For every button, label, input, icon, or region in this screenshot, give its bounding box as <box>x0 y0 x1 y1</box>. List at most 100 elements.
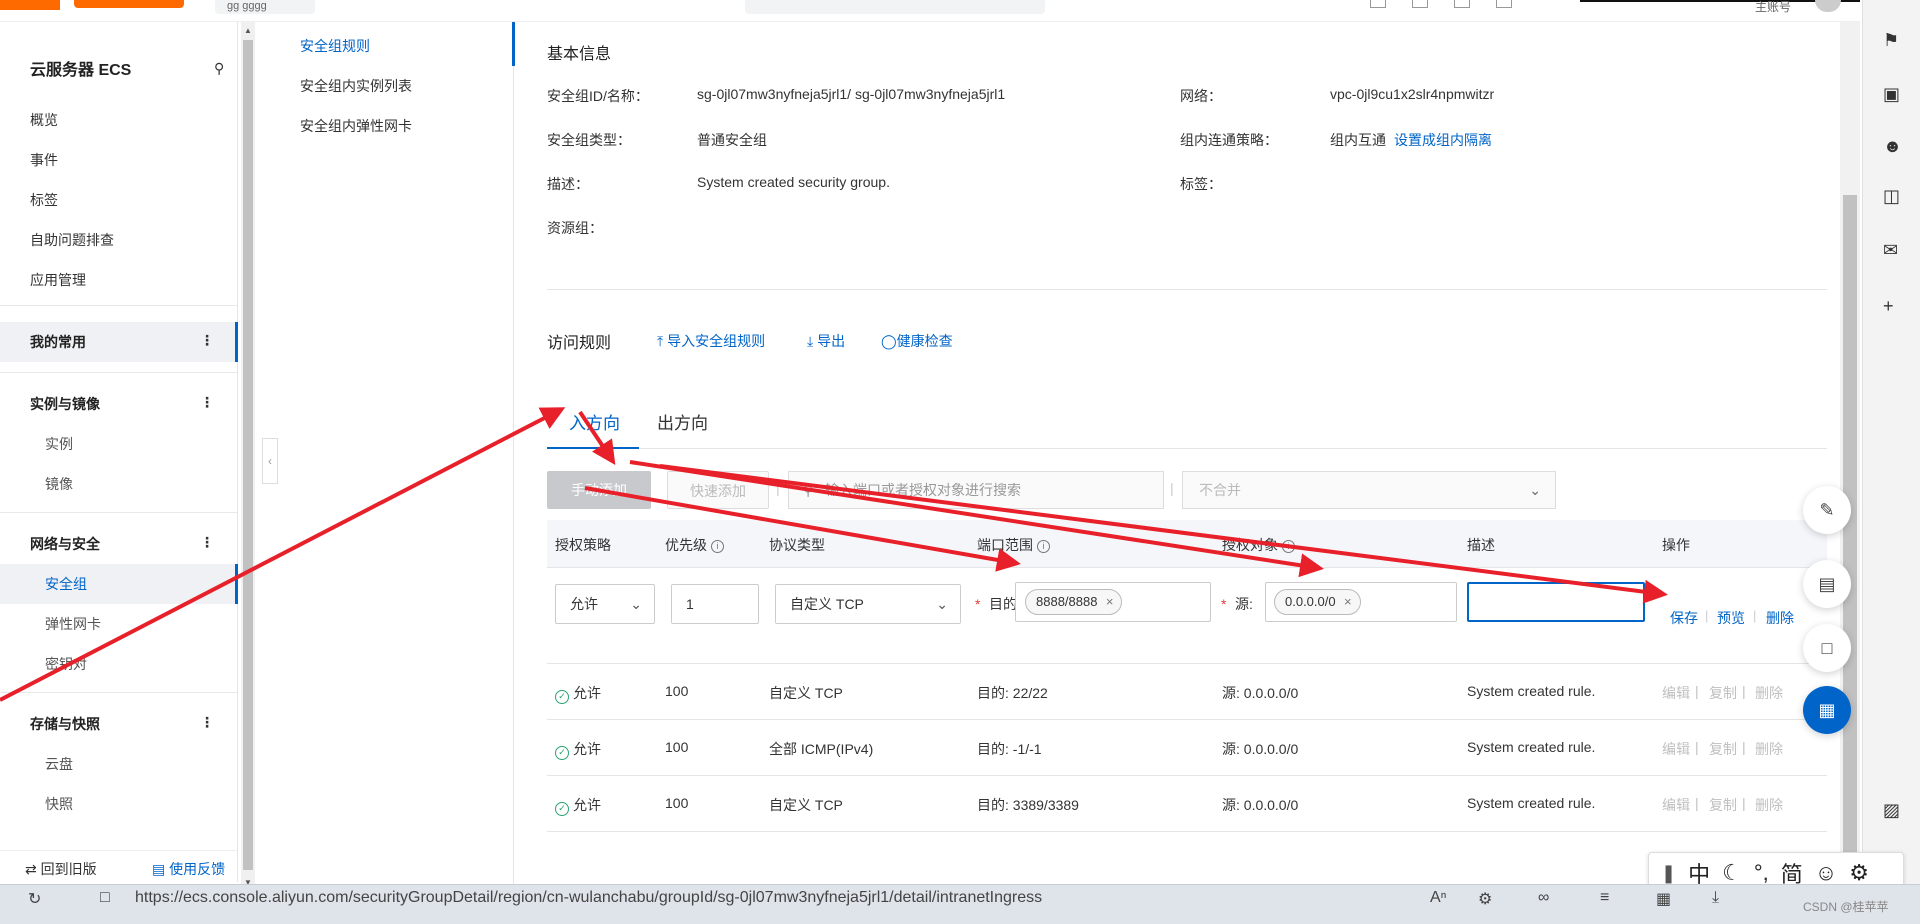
info-icon[interactable]: i <box>1037 540 1050 553</box>
copy-button[interactable]: 复制 <box>1709 795 1737 815</box>
sidebar-group-favorites[interactable]: 我的常用 <box>30 332 86 352</box>
search-icon[interactable]: ⚲ <box>214 60 224 77</box>
close-icon[interactable]: × <box>1106 590 1114 614</box>
feedback-link[interactable]: ▤ 使用反馈 <box>152 859 225 879</box>
sidebar-item-instances[interactable]: 实例 <box>45 434 73 454</box>
tab-inbound[interactable]: 入方向 <box>569 409 620 434</box>
import-rules-link[interactable]: ⤒ 导入安全组规则 <box>657 331 765 351</box>
export-link[interactable]: ⤓ 导出 <box>807 331 845 351</box>
more-icon[interactable]: ⋮ <box>200 332 214 349</box>
sidebar-item-tags[interactable]: 标签 <box>30 190 58 210</box>
merge-select[interactable]: 不合并 ⌄ <box>1182 471 1556 509</box>
settings-icon[interactable]: ⚙ <box>1849 860 1869 886</box>
page-info-icon[interactable]: □ <box>100 889 110 907</box>
old-version-link[interactable]: ⇄ 回到旧版 <box>25 859 97 879</box>
more-icon[interactable]: ⋮ <box>200 714 214 731</box>
global-search[interactable] <box>745 0 1045 14</box>
url-text[interactable]: https://ecs.console.aliyun.com/securityG… <box>135 889 1042 907</box>
subnav-item-enis[interactable]: 安全组内弹性网卡 <box>300 116 412 136</box>
punctuation-icon[interactable]: °, <box>1754 860 1769 886</box>
sidebar-item-disk[interactable]: 云盘 <box>45 754 73 774</box>
info-icon[interactable]: i <box>1282 540 1295 553</box>
sidebar-group-network[interactable]: 网络与安全 <box>30 534 100 554</box>
subnav-item-instances[interactable]: 安全组内实例列表 <box>300 76 412 96</box>
sidebar-item-events[interactable]: 事件 <box>30 150 58 170</box>
sidebar-group-instances[interactable]: 实例与镜像 <box>30 394 100 414</box>
sg-id-value: sg-0jl07mw3nyfneja5jrl1/ sg-0jl07mw3nyfn… <box>697 86 1006 102</box>
network-value[interactable]: vpc-0jl9cu1x2slr4npmwitzr <box>1330 86 1494 102</box>
subnav-item-rules[interactable]: 安全组规则 <box>300 36 370 56</box>
priority-input[interactable]: 1 <box>671 584 759 624</box>
sidebar-item-snapshot[interactable]: 快照 <box>45 794 73 814</box>
read-aloud-icon[interactable]: Aⁿ <box>1430 889 1447 907</box>
tab-outbound[interactable]: 出方向 <box>657 409 708 434</box>
port-tag[interactable]: 8888/8888 × <box>1025 589 1123 615</box>
apps-icon[interactable]: ▦ <box>1803 686 1851 734</box>
main-scroll-thumb[interactable] <box>1843 195 1857 885</box>
policy-select[interactable]: 允许 ⌄ <box>555 584 655 624</box>
briefcase-icon[interactable]: ▣ <box>1883 84 1900 105</box>
copy-button[interactable]: 复制 <box>1709 683 1737 703</box>
add-icon[interactable]: + <box>1883 296 1894 317</box>
workspace-switch[interactable]: ɡɡ ɡɡɡɡ <box>215 0 315 14</box>
extension-icon[interactable]: ⚙ <box>1478 889 1492 909</box>
delete-button[interactable]: 删除 <box>1755 795 1783 815</box>
sidebar-item-security-group[interactable]: 安全组 <box>45 574 87 594</box>
rule-search-input[interactable]: ⚲ 输入端口或者授权对象进行搜索 <box>788 471 1164 509</box>
edit-button[interactable]: 编辑 <box>1662 795 1690 815</box>
message-icon[interactable] <box>1370 0 1386 8</box>
more-icon[interactable]: ⋮ <box>200 534 214 551</box>
edit-button[interactable]: 编辑 <box>1662 739 1690 759</box>
tools-icon[interactable] <box>1454 0 1470 8</box>
edit-icon[interactable]: ✎ <box>1803 486 1851 534</box>
delete-button[interactable]: 删除 <box>1755 683 1783 703</box>
chat-icon[interactable]: □ <box>1803 624 1851 672</box>
description-input[interactable] <box>1467 582 1645 622</box>
aliyun-logo[interactable] <box>74 0 184 8</box>
people-icon[interactable]: ☻ <box>1883 136 1902 157</box>
sidebar-group-storage[interactable]: 存储与快照 <box>30 714 100 734</box>
emoji-icon[interactable]: ☺ <box>1815 860 1837 886</box>
sidebar-item-eni[interactable]: 弹性网卡 <box>45 614 101 634</box>
info-icon[interactable]: i <box>711 540 724 553</box>
avatar[interactable] <box>1815 0 1841 12</box>
set-isolation-link[interactable]: 设置成组内隔离 <box>1394 132 1492 148</box>
sidebar-item-overview[interactable]: 概览 <box>30 110 58 130</box>
tag-icon[interactable]: ⚑ <box>1883 30 1899 51</box>
ime-handle[interactable]: ❚ <box>1661 863 1676 884</box>
more-icon[interactable]: ⋮ <box>200 394 214 411</box>
edit-button[interactable]: 编辑 <box>1662 683 1690 703</box>
quick-add-button[interactable]: 快速添加 <box>667 471 769 509</box>
delete-button[interactable]: 删除 <box>1766 608 1794 628</box>
download-icon[interactable]: ⤓ <box>1712 889 1719 907</box>
source-tag[interactable]: 0.0.0.0/0 × <box>1274 589 1361 615</box>
protocol-select[interactable]: 自定义 TCP ⌄ <box>775 584 961 624</box>
sidebar-item-keypair[interactable]: 密钥对 <box>45 654 87 674</box>
account-label[interactable]: 主账号 <box>1755 0 1791 15</box>
moon-icon[interactable]: ☾ <box>1722 860 1742 886</box>
sidebar-item-images[interactable]: 镜像 <box>45 474 73 494</box>
office-icon[interactable]: ◫ <box>1883 186 1900 207</box>
manual-add-button[interactable]: 手动添加 <box>547 471 651 509</box>
delete-button[interactable]: 删除 <box>1755 739 1783 759</box>
menu-button[interactable] <box>0 0 60 10</box>
health-check-link[interactable]: ◯健康检查 <box>881 331 953 351</box>
favorites-icon[interactable]: ≡ <box>1600 889 1609 907</box>
scroll-up-icon[interactable]: ▲ <box>244 26 252 35</box>
collections-icon[interactable]: ∞ <box>1538 889 1549 907</box>
help-icon[interactable] <box>1496 0 1512 8</box>
sidebar-toggle-icon[interactable]: ▨ <box>1883 800 1900 821</box>
book-icon[interactable]: ▤ <box>1803 560 1851 608</box>
save-button[interactable]: 保存 <box>1670 608 1698 628</box>
sidebar-item-app-manage[interactable]: 应用管理 <box>30 270 86 290</box>
outlook-icon[interactable]: ✉ <box>1883 240 1898 261</box>
refresh-icon[interactable]: ↻ <box>28 889 41 909</box>
cart-icon[interactable] <box>1412 0 1428 8</box>
sidebar-scroll-thumb[interactable] <box>243 40 253 870</box>
preview-button[interactable]: 预览 <box>1717 608 1745 628</box>
copy-button[interactable]: 复制 <box>1709 739 1737 759</box>
collapse-button[interactable]: ‹ <box>262 438 278 484</box>
close-icon[interactable]: × <box>1344 590 1352 614</box>
tabs-icon[interactable]: ▦ <box>1656 889 1671 909</box>
sidebar-item-troubleshoot[interactable]: 自助问题排查 <box>30 230 114 250</box>
